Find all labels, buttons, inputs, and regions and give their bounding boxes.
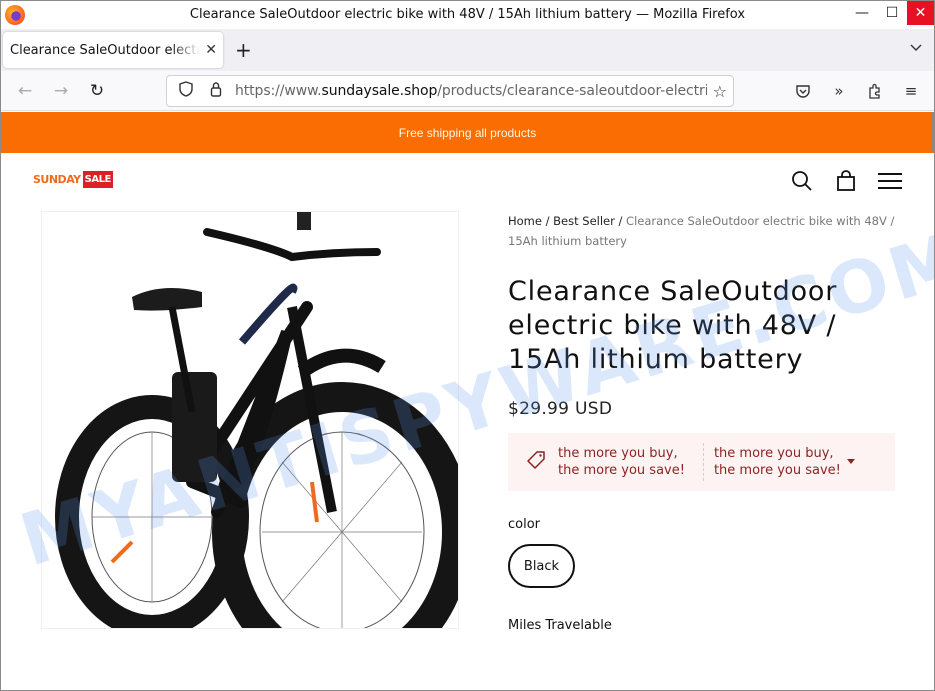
tab-strip: Clearance SaleOutdoor electric bike with… xyxy=(1,29,934,71)
product-image[interactable] xyxy=(41,211,459,629)
cart-icon[interactable] xyxy=(834,169,858,193)
promo-line: the more you save! xyxy=(558,463,685,478)
url-prefix: https://www. xyxy=(235,83,322,99)
caret-down-icon[interactable] xyxy=(847,459,855,464)
overflow-icon[interactable]: » xyxy=(824,75,854,107)
option-label-miles-travelable: Miles Travelable xyxy=(508,618,612,633)
promo-text-b: the more you buy, the more you save! xyxy=(714,445,841,479)
promo-banner[interactable]: the more you buy, the more you save! the… xyxy=(508,433,895,491)
forward-button[interactable]: → xyxy=(43,75,79,107)
tab-label: Clearance SaleOutdoor electric bike with… xyxy=(10,42,200,58)
promo-line: the more you buy, xyxy=(558,446,678,461)
firefox-logo-icon xyxy=(5,5,25,25)
web-page: Free shipping all products SUNDAY SALE H… xyxy=(1,112,934,690)
battery xyxy=(172,372,217,482)
tab-active[interactable]: Clearance SaleOutdoor electric bike with… xyxy=(3,32,223,68)
app-menu-icon[interactable]: ≡ xyxy=(896,75,926,107)
breadcrumb-home[interactable]: Home xyxy=(508,214,542,228)
title-bar: Clearance SaleOutdoor electric bike with… xyxy=(1,1,934,29)
shield-icon[interactable] xyxy=(175,81,197,101)
extensions-icon[interactable] xyxy=(860,75,890,107)
hamburger-menu-icon[interactable] xyxy=(878,169,902,193)
url-bar[interactable]: https://www.sundaysale.shop/products/cle… xyxy=(166,75,734,107)
url-path: /products/clearance-saleoutdoor-electric… xyxy=(437,83,707,99)
pocket-icon[interactable] xyxy=(788,75,818,107)
breadcrumb-separator: / xyxy=(545,214,550,228)
price-tag-icon xyxy=(526,450,548,475)
promo-line: the more you buy, xyxy=(713,446,834,461)
breadcrumb: Home / Best Seller / Clearance SaleOutdo… xyxy=(508,211,898,251)
site-header: SUNDAY SALE xyxy=(1,153,934,211)
product-title: Clearance SaleOutdoor electric bike with… xyxy=(508,276,838,375)
handlebar xyxy=(203,228,381,262)
product-price: $29.99 USD xyxy=(508,399,613,419)
minimize-button[interactable]: — xyxy=(847,1,877,25)
promo-divider xyxy=(702,443,704,481)
logo-word-sale: SALE xyxy=(82,171,113,188)
search-icon[interactable] xyxy=(790,169,814,193)
new-tab-button[interactable]: + xyxy=(235,38,252,62)
promo-text-a: the more you buy, the more you save! xyxy=(558,445,685,479)
close-window-button[interactable]: ✕ xyxy=(907,1,934,25)
lock-icon[interactable] xyxy=(205,81,227,101)
window-title: Clearance SaleOutdoor electric bike with… xyxy=(189,7,746,22)
promo-line: the more you save! xyxy=(713,463,841,478)
chevron-down-icon xyxy=(910,44,922,51)
announcement-bar: Free shipping all products xyxy=(1,112,934,153)
list-all-tabs-button[interactable] xyxy=(910,41,922,56)
tab-close-icon[interactable]: ✕ xyxy=(205,42,217,58)
reload-button[interactable]: ↻ xyxy=(79,75,115,107)
url-host: sundaysale.shop xyxy=(321,83,438,99)
bookmark-star-icon[interactable]: ☆ xyxy=(713,82,727,101)
breadcrumb-separator: / xyxy=(618,214,623,228)
option-label-color: color xyxy=(508,517,541,532)
maximize-button[interactable]: ☐ xyxy=(877,1,907,25)
color-swatch-black[interactable]: Black xyxy=(508,544,575,588)
breadcrumb-best-seller[interactable]: Best Seller xyxy=(553,214,615,228)
logo-word-sunday: SUNDAY xyxy=(33,173,81,186)
site-logo[interactable]: SUNDAY SALE xyxy=(33,171,113,188)
browser-window: Clearance SaleOutdoor electric bike with… xyxy=(0,0,935,691)
page-scrollbar[interactable] xyxy=(931,112,934,152)
navigation-bar: ← → ↻ https://www.sundaysale.shop/produc… xyxy=(1,71,934,111)
back-button[interactable]: ← xyxy=(7,75,43,107)
product-info: Home / Best Seller / Clearance SaleOutdo… xyxy=(508,211,898,633)
saddle xyxy=(132,288,202,311)
url-text[interactable]: https://www.sundaysale.shop/products/cle… xyxy=(235,83,707,99)
bike-illustration xyxy=(55,212,458,628)
